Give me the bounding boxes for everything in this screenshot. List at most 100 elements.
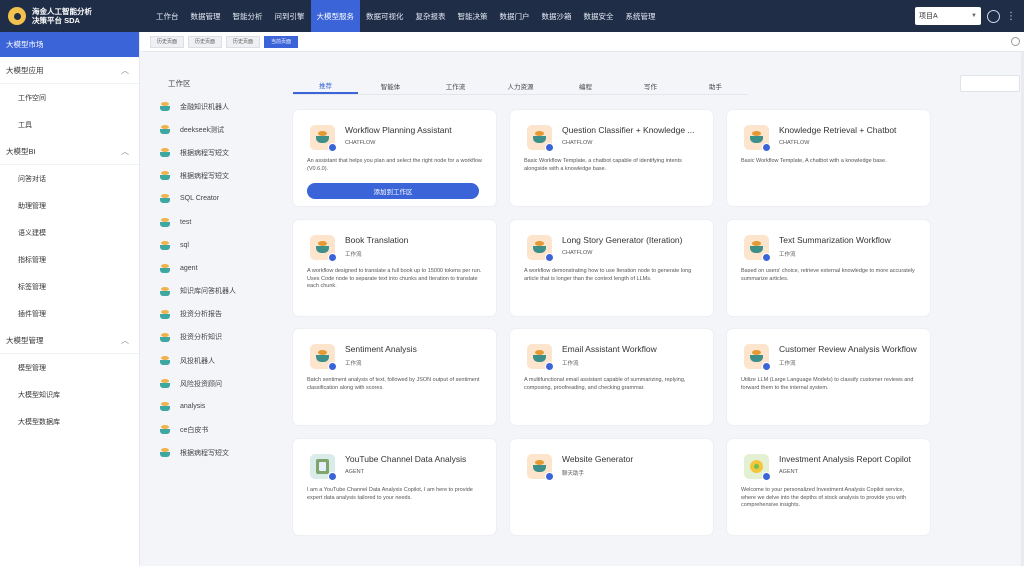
top-nav-item[interactable]: 数据沙箱 (536, 0, 578, 32)
sidebar-item[interactable]: 工作空间 (0, 84, 139, 111)
workspace-list: 工作区 金融知识机器人 deekseek测试 根据病程写短文 根据病程写短文 SQL C… (160, 78, 275, 465)
sidebar-group[interactable]: 大模型管理 ︿ (0, 327, 139, 354)
card-icon (744, 235, 771, 262)
workspace-item[interactable]: 根据病程写短文 (160, 141, 275, 164)
card-description: An assistant that helps you plan and sel… (307, 158, 482, 172)
tab-category[interactable]: 推荐 (293, 77, 358, 94)
palette-icon[interactable] (987, 9, 1000, 23)
bowl-icon (160, 448, 170, 458)
template-card[interactable]: Website Generator 聊天助手 (510, 439, 713, 535)
top-nav-item[interactable]: 问到引擎 (269, 0, 311, 32)
bowl-icon (160, 425, 170, 435)
card-description: A workflow designed to translate a full … (307, 268, 482, 289)
top-nav-item[interactable]: 数据门户 (494, 0, 536, 32)
sidebar-item[interactable]: 模型管理 (0, 354, 139, 381)
top-nav-item[interactable]: 工作台 (150, 0, 185, 32)
money-icon (750, 460, 763, 473)
bowl-icon (533, 350, 546, 362)
top-nav-item[interactable]: 大模型服务 (310, 0, 360, 32)
workspace-item[interactable]: sql (160, 234, 275, 257)
chevron-up-icon: ︿ (121, 335, 129, 345)
workspace-item-label: deekseek测试 (180, 126, 224, 134)
top-nav-item[interactable]: 数据管理 (185, 0, 227, 32)
workspace-item[interactable]: 投资分析报告 (160, 303, 275, 326)
refresh-icon[interactable] (1011, 37, 1020, 46)
add-to-workspace-button[interactable]: 添加到工作区 (307, 183, 479, 199)
chevron-down-icon: ▼ (971, 13, 977, 19)
template-card[interactable]: Knowledge Retrieval + Chatbot CHATFLOW Bas… (727, 110, 930, 206)
tab-category[interactable]: 工作流 (423, 77, 488, 94)
tab-category[interactable]: 智能体 (358, 77, 423, 94)
logo[interactable]: 海金人工智能分析 决策平台 SDA (0, 0, 140, 32)
template-card[interactable]: Sentiment Analysis 工作流 Batch sentiment ana… (293, 329, 496, 425)
top-nav-item[interactable]: 系统管理 (620, 0, 662, 32)
sidebar-group[interactable]: 大模型BI ︿ (0, 138, 139, 165)
workspace-item[interactable]: 风投机器人 (160, 349, 275, 372)
card-icon (527, 344, 554, 371)
more-icon[interactable]: ⋮ (1006, 11, 1016, 22)
template-card[interactable]: Workflow Planning Assistant CHATFLOW An as… (293, 110, 496, 206)
sidebar-item[interactable]: 大模型知识库 (0, 381, 139, 408)
workspace-item[interactable]: 根据病程写短文 (160, 164, 275, 187)
card-type: 聊天助手 (562, 471, 585, 477)
page-tab[interactable]: 历史页面 (150, 35, 185, 48)
bowl-icon (160, 171, 170, 181)
card-title: Investment Analysis Report Copilot (779, 454, 911, 464)
workspace-item[interactable]: agent (160, 257, 275, 280)
sidebar-item[interactable]: 问答对话 (0, 165, 139, 192)
page-tab[interactable]: 当前页面 (264, 35, 299, 48)
sidebar-item[interactable]: 工具 (0, 111, 139, 138)
template-card[interactable]: Investment Analysis Report Copilot AGENT W… (727, 439, 930, 535)
template-card[interactable]: Email Assistant Workflow 工作流 A multifuncti… (510, 329, 713, 425)
page-tab[interactable]: 历史页面 (226, 35, 261, 48)
sidebar-item-label: 大模型市场 (6, 40, 44, 49)
template-card[interactable]: Customer Review Analysis Workflow 工作流 Util… (727, 329, 930, 425)
sidebar-item[interactable]: 助理管理 (0, 192, 139, 219)
top-nav-item[interactable]: 数据安全 (578, 0, 620, 32)
workspace-item[interactable]: 风险投资顾问 (160, 372, 275, 395)
sidebar-item[interactable]: 标签管理 (0, 273, 139, 300)
template-card[interactable]: Book Translation 工作流 A workflow designed t… (293, 220, 496, 316)
tab-category[interactable]: 写作 (618, 77, 683, 94)
bowl-icon (160, 332, 170, 342)
tab-category[interactable]: 编程 (553, 77, 618, 94)
top-nav-item[interactable]: 智能分析 (227, 0, 269, 32)
workspace-item[interactable]: 知识库问答机器人 (160, 280, 275, 303)
tab-category[interactable]: 助手 (683, 77, 748, 94)
card-title: Book Translation (345, 235, 409, 245)
chevron-up-icon: ︿ (121, 146, 129, 156)
workspace-item[interactable]: 根据病程写短文 (160, 441, 275, 464)
top-right-tools: 项目A ▼ ⋮ (915, 7, 1016, 25)
workspace-item[interactable]: ce白皮书 (160, 418, 275, 441)
sidebar-item[interactable]: 大模型数据库 (0, 408, 139, 435)
top-nav-item[interactable]: 智能决策 (452, 0, 494, 32)
workspace-item[interactable]: test (160, 210, 275, 233)
sidebar-group-label: 大模型BI (6, 146, 36, 156)
top-nav-item[interactable]: 复杂报表 (410, 0, 452, 32)
card-description: Batch sentiment analysis of text, follow… (307, 377, 480, 391)
workspace-item-label: 金融知识机器人 (180, 103, 229, 111)
workspace-item[interactable]: analysis (160, 395, 275, 418)
workspace-item[interactable]: 金融知识机器人 (160, 95, 275, 118)
sidebar-item[interactable]: 指标管理 (0, 246, 139, 273)
bowl-icon (533, 460, 546, 472)
sidebar-item-model-market[interactable]: 大模型市场 (0, 32, 139, 57)
sidebar-item[interactable]: 插件管理 (0, 300, 139, 327)
top-nav-item[interactable]: 数据可视化 (360, 0, 410, 32)
project-select[interactable]: 项目A ▼ (915, 7, 981, 25)
search-input[interactable] (960, 75, 1020, 92)
template-card[interactable]: Long Story Generator (Iteration) CHATFLOW… (510, 220, 713, 316)
sidebar-group[interactable]: 大模型应用 ︿ (0, 57, 139, 84)
logo-text: 海金人工智能分析 决策平台 SDA (32, 7, 92, 25)
page-tab[interactable]: 历史页面 (188, 35, 223, 48)
tab-category[interactable]: 人力资源 (488, 77, 553, 94)
workspace-item[interactable]: SQL Creator (160, 187, 275, 210)
template-card[interactable]: Question Classifier + Knowledge ... CHATF… (510, 110, 713, 206)
template-card[interactable]: YouTube Channel Data Analysis AGENT I am a… (293, 439, 496, 535)
workspace-item[interactable]: deekseek测试 (160, 118, 275, 141)
bowl-icon (160, 286, 170, 296)
template-card[interactable]: Text Summarization Workflow 工作流 Based on u… (727, 220, 930, 316)
sidebar-item[interactable]: 语义建模 (0, 219, 139, 246)
workspace-item[interactable]: 投资分析知识 (160, 326, 275, 349)
card-description: Basic Workflow Template, a chatbot capab… (524, 158, 682, 172)
